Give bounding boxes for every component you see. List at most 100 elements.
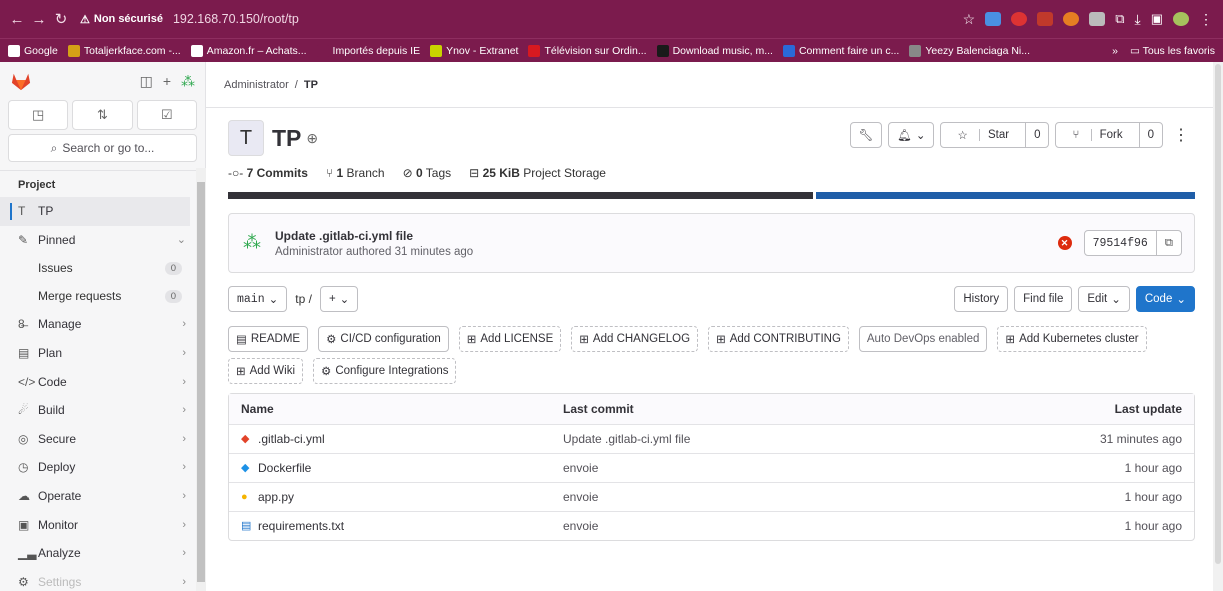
commit-title-link[interactable]: Update .gitlab-ci.yml file (275, 229, 473, 243)
security-warning[interactable]: ⚠ Non sécurisé (80, 13, 163, 26)
pipeline-failed-icon[interactable]: ✕ (1057, 236, 1072, 250)
quick-action-auto-devops-enabled[interactable]: Auto DevOps enabled (858, 326, 988, 352)
extension-gray-icon[interactable] (1089, 12, 1106, 26)
quick-action-configure-integrations[interactable]: ⚙ Configure Integrations (313, 358, 457, 384)
bookmark-star-icon[interactable]: ☆ (963, 11, 976, 28)
star-count[interactable]: 0 (1025, 123, 1048, 147)
sidebar-item-plan[interactable]: ▤ Plan › (0, 339, 196, 368)
sidebar-item-build[interactable]: ☄ Build › (0, 396, 196, 425)
branch-selector[interactable]: main ⌄ (228, 286, 288, 312)
quick-action-ci-cd-configuration[interactable]: ⚙ CI/CD configuration (318, 326, 449, 352)
language-segment[interactable] (816, 192, 1195, 199)
sidebar-item-manage[interactable]: 8̶ Manage › (0, 310, 196, 339)
bookmark-item[interactable]: Comment faire un c... (782, 44, 899, 57)
file-name-link[interactable]: Dockerfile (258, 461, 311, 475)
commit-sha-button[interactable]: 79514f96 (1085, 231, 1156, 255)
bookmark-item[interactable]: Google (8, 44, 58, 57)
sidebar-item-operate[interactable]: ☁ Operate › (0, 482, 196, 511)
star-button[interactable]: ☆ Star 0 (940, 122, 1050, 148)
last-commit-link[interactable]: Update .gitlab-ci.yml file (563, 432, 982, 446)
create-new-icon[interactable]: + (163, 73, 171, 89)
adblock-icon[interactable] (1011, 12, 1028, 26)
branches-link[interactable]: ⑂ 1 Branch (326, 166, 385, 180)
browser-menu-icon[interactable]: ⋮ (1199, 11, 1213, 28)
quick-action-add-kubernetes-cluster[interactable]: ⊞ Add Kubernetes cluster (997, 326, 1147, 352)
sidebar-item-analyze[interactable]: ▁▃ Analyze › (0, 539, 196, 568)
quick-action-readme[interactable]: ▤ README (228, 326, 309, 352)
quick-action-add-changelog[interactable]: ⊞ Add CHANGELOG (571, 326, 699, 352)
file-name-link[interactable]: .gitlab-ci.yml (258, 432, 325, 446)
last-commit-link[interactable]: envoie (563, 461, 982, 475)
last-commit-link[interactable]: envoie (563, 490, 982, 504)
extension-orange-icon[interactable] (1063, 12, 1080, 26)
tags-link[interactable]: ⊘ 0 Tags (403, 166, 452, 180)
sidebar-scrollbar[interactable] (196, 168, 206, 591)
history-button[interactable]: History (954, 286, 1009, 312)
bookmark-item[interactable]: Amazon.fr – Achats... (190, 44, 307, 57)
add-to-tree-button[interactable]: + ⌄ (319, 286, 359, 312)
sidebar-item-secure[interactable]: ◎ Secure › (0, 425, 196, 454)
commits-link[interactable]: -○- 7 Commits (228, 166, 308, 180)
quick-action-add-license[interactable]: ⊞ Add LICENSE (458, 326, 562, 352)
gitlab-logo-icon[interactable] (10, 71, 32, 91)
sidebar-item-project[interactable]: T TP (0, 197, 190, 226)
fork-count[interactable]: 0 (1138, 123, 1162, 147)
quick-action-add-contributing[interactable]: ⊞ Add CONTRIBUTING (708, 326, 849, 352)
bookmarks-overflow-button[interactable]: » (1112, 45, 1118, 57)
user-avatar-icon[interactable]: ⁂ (243, 232, 265, 254)
user-avatar-icon[interactable]: ⁂ (181, 73, 195, 90)
sidebar-item-deploy[interactable]: ◷ Deploy › (0, 453, 196, 482)
reload-icon[interactable]: ↻ (50, 10, 72, 28)
file-name-cell[interactable]: ◆ Dockerfile (241, 461, 563, 475)
bookmark-item[interactable]: Download music, m... (656, 44, 773, 57)
quick-action-add-wiki[interactable]: ⊞ Add Wiki (228, 358, 304, 384)
sidebar-pinned-item[interactable]: Merge requests 0 (0, 282, 196, 310)
sidebar-pinned-item[interactable]: Issues 0 (0, 254, 196, 282)
bookmark-item[interactable]: Ynov - Extranet (430, 44, 518, 57)
todos-counter-button[interactable]: ☑ (136, 100, 197, 130)
bookmark-item[interactable]: Totaljerkface.com -... (67, 44, 181, 57)
profile-avatar[interactable] (1173, 12, 1189, 26)
back-arrow-icon[interactable]: ← (6, 11, 28, 28)
url-text[interactable]: 192.168.70.150/root/tp (173, 12, 299, 26)
bookmark-item[interactable]: Yeezy Balenciaga Ni... (909, 44, 1030, 57)
file-name-cell[interactable]: ● app.py (241, 490, 563, 504)
file-name-link[interactable]: requirements.txt (258, 519, 344, 533)
collapse-sidebar-icon[interactable]: ◫ (140, 73, 153, 90)
sidebar-item-pinned[interactable]: ✎ Pinned ⌄ (0, 226, 196, 255)
extension-red-icon[interactable] (1037, 12, 1054, 26)
storage-link[interactable]: ⊟ 25 KiB Project Storage (469, 166, 606, 180)
address-bar[interactable]: ⚠ Non sécurisé 192.168.70.150/root/tp (80, 12, 299, 26)
language-segment[interactable] (228, 192, 813, 199)
sidebar-item-monitor[interactable]: ▣ Monitor › (0, 510, 196, 539)
copy-icon[interactable]: ⧉ (1155, 231, 1181, 255)
admin-wrench-button[interactable]: 🔧︎ (849, 122, 883, 148)
repository-languages-bar[interactable] (228, 192, 1195, 199)
edit-dropdown[interactable]: Edit ⌄ (1078, 286, 1130, 312)
fork-button[interactable]: ⑂ Fork 0 (1055, 122, 1163, 148)
file-name-cell[interactable]: ▤ requirements.txt (241, 519, 563, 533)
merge-requests-counter-button[interactable]: ⇅ (72, 100, 133, 130)
file-name-link[interactable]: app.py (258, 490, 294, 504)
download-icon[interactable]: ⤓ (1135, 11, 1141, 28)
breadcrumb-current[interactable]: TP (304, 79, 318, 91)
file-name-cell[interactable]: ◆ .gitlab-ci.yml (241, 432, 563, 446)
page-scrollbar[interactable] (1213, 62, 1223, 591)
sidebar-item-code[interactable]: </> Code › (0, 367, 196, 396)
code-dropdown[interactable]: Code ⌄ (1135, 286, 1195, 312)
puzzle-icon[interactable]: ⧉ (1115, 11, 1124, 27)
issues-counter-button[interactable]: ◳ (8, 100, 69, 130)
more-actions-icon[interactable]: ⋮ (1169, 125, 1193, 145)
sidebar-item-settings[interactable]: ⚙ Settings › (0, 568, 196, 591)
notification-button[interactable]: 🔔︎ ⌄ (888, 122, 935, 148)
last-commit-link[interactable]: envoie (563, 519, 982, 533)
search-button[interactable]: ⌕ Search or go to... (8, 134, 197, 162)
bookmark-item[interactable]: Télévision sur Ordin... (528, 44, 647, 57)
sidepanel-icon[interactable]: ▣ (1151, 11, 1163, 27)
repo-path-link[interactable]: tp / (293, 292, 314, 306)
find-file-button[interactable]: Find file (1014, 286, 1073, 312)
bookmark-item[interactable]: Importés depuis IE (316, 44, 420, 57)
forward-arrow-icon[interactable]: → (28, 11, 50, 28)
all-bookmarks-folder[interactable]: ▭ Tous les favoris (1130, 45, 1215, 57)
breadcrumb-parent-link[interactable]: Administrator (224, 79, 289, 91)
